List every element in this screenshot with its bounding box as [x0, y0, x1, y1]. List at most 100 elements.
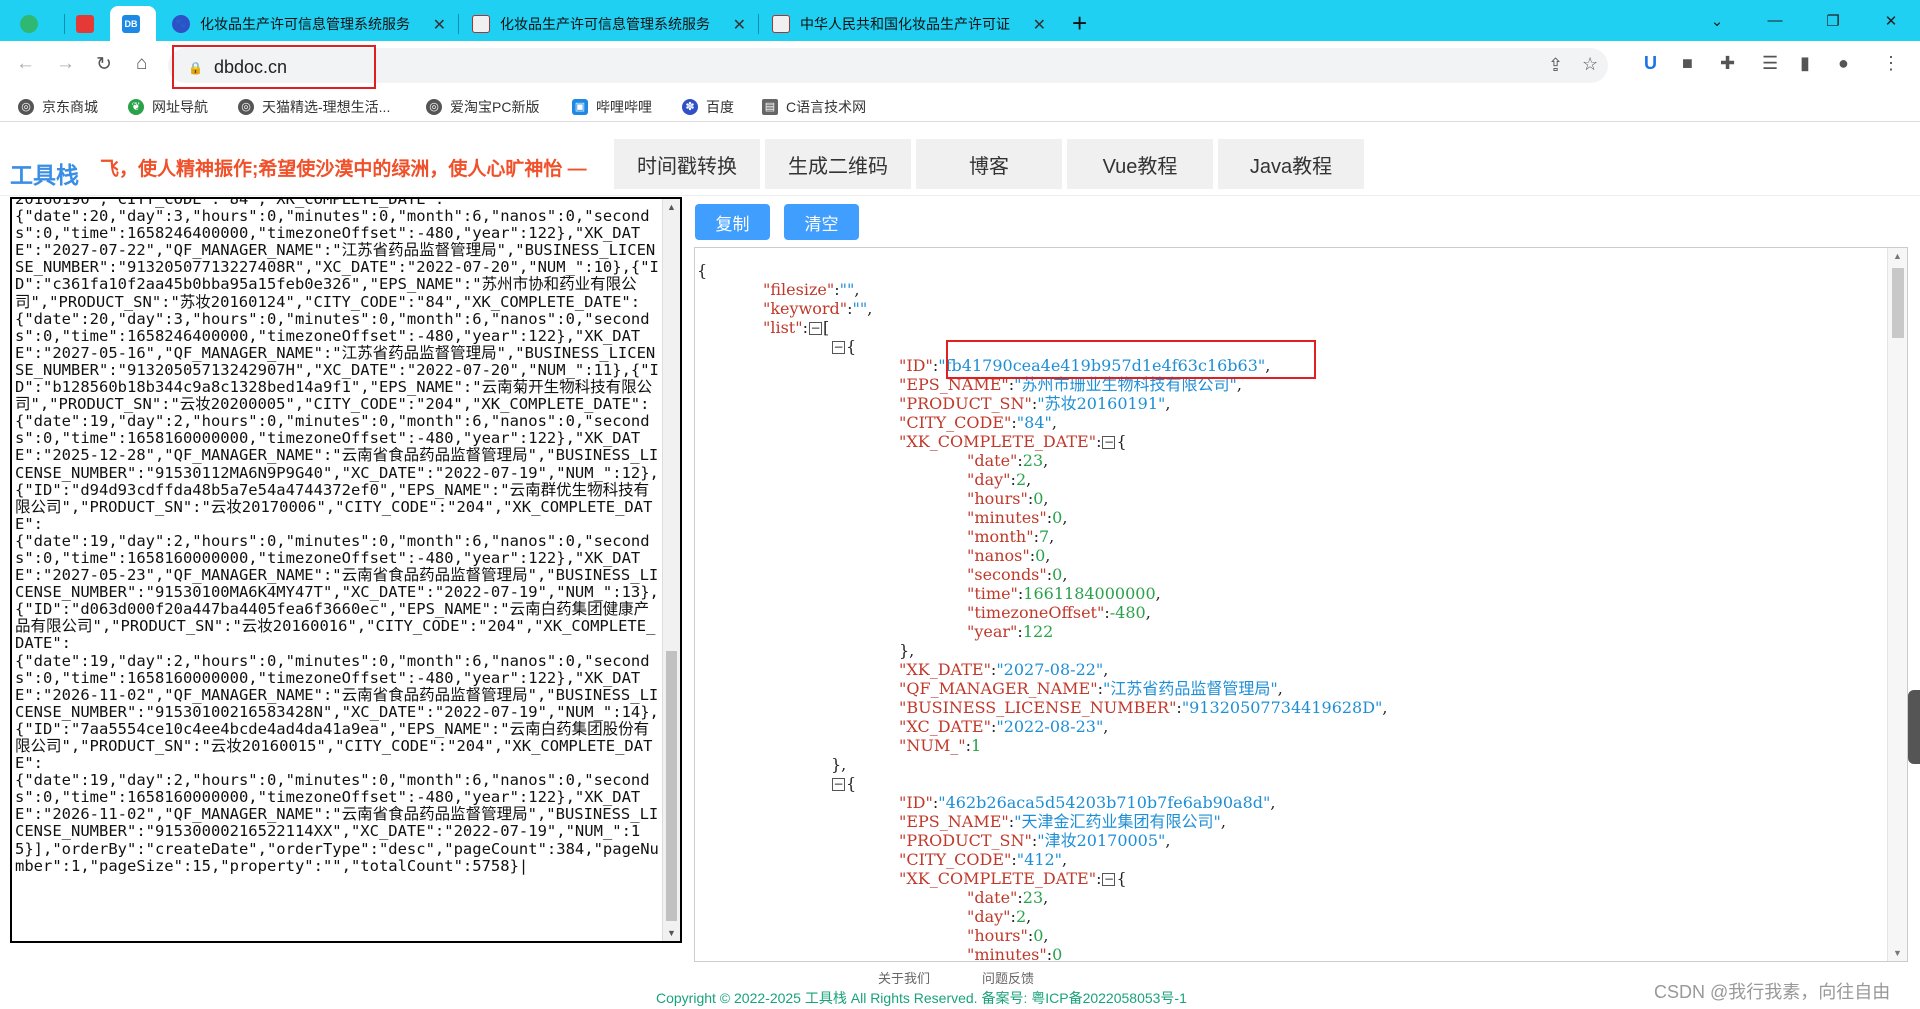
- side-panel-icon[interactable]: ▮: [1800, 53, 1810, 74]
- tab-separator: [458, 14, 459, 34]
- forward-icon[interactable]: →: [56, 53, 75, 75]
- bookmark-baidu[interactable]: ✽ 百度: [682, 97, 734, 117]
- extension-tampermonkey-icon[interactable]: ■: [1682, 53, 1693, 74]
- clear-button[interactable]: 清空: [784, 204, 859, 240]
- nav-timestamp[interactable]: 时间戳转换: [614, 139, 760, 189]
- json-value: 0: [1052, 508, 1063, 527]
- json-key: "list": [763, 318, 803, 337]
- bookmark-clang[interactable]: ▤ C语言技术网: [762, 97, 866, 117]
- share-icon[interactable]: ⇪: [1548, 55, 1563, 76]
- json-line: "filesize":"",: [763, 280, 860, 299]
- feedback-link[interactable]: 问题反馈: [982, 968, 1034, 987]
- home-icon[interactable]: ⌂: [136, 53, 147, 75]
- json-line: "CITY_CODE":"84",: [899, 413, 1057, 432]
- json-view-scrollbar[interactable]: ▲ ▼: [1887, 248, 1907, 961]
- json-value: 2: [1015, 907, 1027, 926]
- scroll-down-icon[interactable]: ▼: [1893, 948, 1902, 958]
- bookmark-star-icon[interactable]: ☆: [1582, 54, 1598, 75]
- json-line: −{: [832, 774, 857, 793]
- collapse-toggle-icon[interactable]: −: [832, 341, 845, 354]
- json-line: "timezoneOffset":-480,: [967, 603, 1151, 622]
- site-header: 工具栈 飞，使人精神振作;希望使沙漠中的绿洲，使人心旷神怡 — 时间戳转换 生成…: [0, 122, 1920, 196]
- tab-license[interactable]: 中华人民共和国化妆品生产许可证 ✕: [760, 6, 1056, 41]
- raw-json-textarea[interactable]: 20160190","CITY_CODE":"84","XK_COMPLETE_…: [10, 197, 682, 943]
- address-bar[interactable]: 🔒 dbdoc.cn ⇪ ☆: [168, 48, 1608, 83]
- json-value: 0: [1052, 945, 1063, 962]
- close-tab-icon[interactable]: ✕: [733, 15, 746, 35]
- bookmark-nav[interactable]: ❦ 网址导航: [128, 97, 208, 117]
- json-value: 1661184000000: [1023, 584, 1156, 603]
- scroll-up-icon[interactable]: ▲: [1893, 251, 1902, 261]
- computer-icon: ▤: [762, 99, 778, 115]
- site-logo[interactable]: 工具栈: [10, 156, 79, 190]
- menu-kebab-icon[interactable]: ⋮: [1882, 53, 1900, 74]
- json-key: "XC_DATE": [899, 717, 991, 736]
- tab-dbdoc[interactable]: DB: [110, 6, 156, 41]
- tab-pinned-2[interactable]: [64, 6, 110, 41]
- tab-pinned-1[interactable]: [8, 6, 62, 41]
- json-line: "CITY_CODE":"412",: [899, 850, 1068, 869]
- copy-button[interactable]: 复制: [695, 204, 770, 240]
- raw-json-text[interactable]: 20160190","CITY_CODE":"84","XK_COMPLETE_…: [15, 199, 663, 875]
- close-window-icon[interactable]: ✕: [1862, 0, 1920, 41]
- nav-java[interactable]: Java教程: [1218, 139, 1364, 189]
- collapse-toggle-icon[interactable]: −: [832, 778, 845, 791]
- paw-icon: 🐾: [172, 14, 190, 33]
- json-key: "XK_DATE": [899, 660, 991, 679]
- maximize-icon[interactable]: ❐: [1804, 0, 1862, 41]
- json-line: "ID":"462b26aca5d54203b710b7fe6ab90a8d",: [899, 793, 1276, 812]
- extensions-puzzle-icon[interactable]: ✚: [1720, 53, 1735, 74]
- json-value: "": [839, 280, 855, 299]
- json-value: "84": [1016, 413, 1052, 432]
- tab-cosmetics-1[interactable]: 🐾 化妆品生产许可信息管理系统服务 ✕: [160, 6, 456, 41]
- tab-cosmetics-2[interactable]: 化妆品生产许可信息管理系统服务 ✕: [460, 6, 756, 41]
- collapse-toggle-icon[interactable]: −: [1102, 873, 1116, 886]
- scrollbar-thumb[interactable]: [666, 651, 677, 921]
- collapse-toggle-icon[interactable]: −: [1102, 436, 1116, 449]
- bookmark-tmall[interactable]: ◎ 天猫精选-理想生活...: [238, 97, 390, 117]
- json-line: "XK_COMPLETE_DATE": −{: [899, 432, 1127, 451]
- json-value: "91320507734419628D": [1181, 698, 1383, 717]
- bookmark-label: 百度: [706, 99, 734, 115]
- tab-title: 化妆品生产许可信息管理系统服务: [200, 15, 410, 32]
- side-extension-handle[interactable]: [1908, 690, 1920, 764]
- json-value: 0: [1035, 546, 1046, 565]
- url-highlight-box: [172, 45, 376, 89]
- tab-search-icon[interactable]: ⌄: [1688, 0, 1746, 41]
- close-tab-icon[interactable]: ✕: [433, 15, 446, 35]
- nav-blog[interactable]: 博客: [916, 139, 1062, 189]
- profile-avatar-icon[interactable]: ●: [1838, 53, 1849, 74]
- copyright-text: Copyright © 2022-2025 工具栈 All Rights Res…: [656, 990, 1187, 1006]
- json-line: −{: [832, 337, 857, 356]
- json-line: "hours":0,: [967, 489, 1049, 508]
- back-icon[interactable]: ←: [16, 53, 35, 75]
- reading-list-icon[interactable]: ☰: [1762, 53, 1778, 74]
- scroll-up-icon[interactable]: ▲: [667, 202, 676, 212]
- bookmark-bilibili[interactable]: ▣ 哔哩哔哩: [572, 97, 652, 117]
- textarea-scrollbar[interactable]: ▲ ▼: [662, 199, 680, 941]
- json-value: "": [852, 299, 868, 318]
- close-tab-icon[interactable]: ✕: [1033, 15, 1046, 35]
- collapse-toggle-icon[interactable]: −: [808, 322, 822, 335]
- nav-qrcode[interactable]: 生成二维码: [765, 139, 911, 189]
- bookmarks-bar: ◎ 京东商城 ❦ 网址导航 ◎ 天猫精选-理想生活... ◎ 爱淘宝PC新版 ▣ 哔哩哔哩…: [0, 90, 1920, 122]
- json-line: "year":122: [967, 622, 1054, 641]
- json-line: "EPS_NAME":"天津金汇药业集团有限公司",: [899, 812, 1226, 831]
- scrollbar-thumb[interactable]: [1892, 268, 1904, 338]
- extension-u-icon[interactable]: U: [1644, 53, 1657, 74]
- json-value: "苏妆20160191": [1037, 394, 1166, 413]
- bookmark-label: 京东商城: [42, 99, 98, 115]
- reload-icon[interactable]: ↻: [96, 53, 112, 76]
- globe-icon: ◎: [426, 99, 442, 115]
- bookmark-aitaobao[interactable]: ◎ 爱淘宝PC新版: [426, 97, 539, 117]
- json-key: "BUSINESS_LICENSE_NUMBER": [899, 698, 1177, 717]
- scroll-down-icon[interactable]: ▼: [667, 928, 676, 938]
- nav-vue[interactable]: Vue教程: [1067, 139, 1213, 189]
- about-link[interactable]: 关于我们: [878, 968, 930, 987]
- bookmark-jd[interactable]: ◎ 京东商城: [18, 97, 98, 117]
- json-line: "keyword":"",: [763, 299, 873, 318]
- minimize-icon[interactable]: —: [1746, 0, 1804, 41]
- json-value: 23: [1022, 888, 1044, 907]
- tab-title: 化妆品生产许可信息管理系统服务: [500, 15, 710, 32]
- new-tab-button[interactable]: +: [1060, 6, 1100, 41]
